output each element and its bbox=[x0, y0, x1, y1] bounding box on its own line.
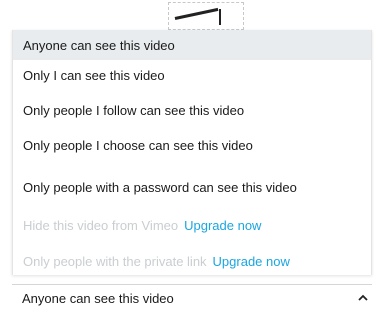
upgrade-link[interactable]: Upgrade now bbox=[213, 254, 290, 269]
option-only-me[interactable]: Only I can see this video bbox=[13, 60, 371, 90]
select-value: Anyone can see this video bbox=[22, 290, 174, 306]
option-people-i-choose[interactable]: Only people I choose can see this video bbox=[13, 130, 371, 160]
privacy-options-menu: Anyone can see this video Only I can see… bbox=[12, 30, 372, 275]
option-label: Only I can see this video bbox=[23, 67, 165, 83]
privacy-dropdown: Anyone can see this video Only I can see… bbox=[0, 0, 374, 311]
option-label: Anyone can see this video bbox=[23, 37, 175, 53]
option-label: Only people with a password can see this… bbox=[23, 179, 297, 195]
thumbnail-selection-frame bbox=[168, 2, 244, 30]
option-label: Only people I choose can see this video bbox=[23, 137, 253, 153]
option-hide-from-vimeo: Hide this video from Vimeo Upgrade now bbox=[13, 210, 371, 240]
option-password[interactable]: Only people with a password can see this… bbox=[13, 172, 371, 202]
upgrade-link[interactable]: Upgrade now bbox=[184, 218, 261, 233]
option-label: Hide this video from Vimeo bbox=[23, 217, 179, 233]
option-private-link: Only people with the private link Upgrad… bbox=[13, 246, 371, 276]
option-people-i-follow[interactable]: Only people I follow can see this video bbox=[13, 95, 371, 125]
option-label: Only people with the private link bbox=[23, 253, 207, 269]
thumbnail-handle bbox=[219, 9, 221, 25]
privacy-select[interactable]: Anyone can see this video bbox=[12, 284, 372, 311]
option-label: Only people I follow can see this video bbox=[23, 102, 245, 118]
chevron-up-icon bbox=[358, 294, 368, 301]
thumbnail-line bbox=[174, 7, 219, 20]
option-anyone[interactable]: Anyone can see this video bbox=[13, 30, 371, 60]
